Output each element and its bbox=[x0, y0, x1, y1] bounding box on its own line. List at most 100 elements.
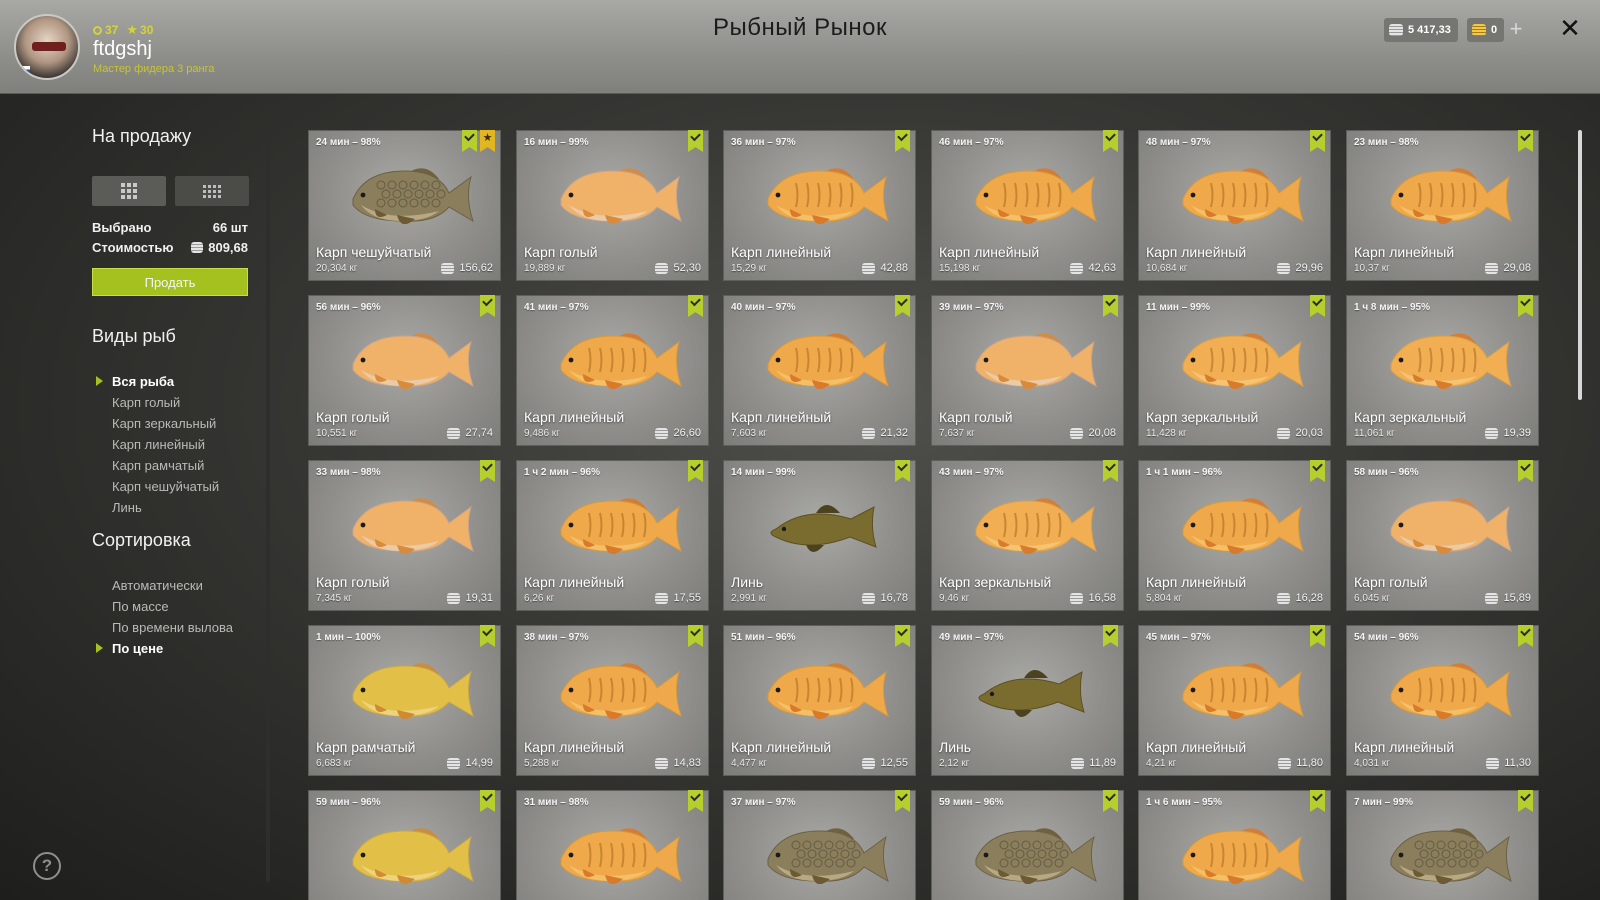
selected-check-icon[interactable] bbox=[1310, 130, 1325, 152]
selected-check-icon[interactable] bbox=[1310, 295, 1325, 317]
fish-card[interactable]: 45 мин – 97% Карп линейный 4,21 кг 11,80 bbox=[1138, 625, 1331, 776]
selected-check-icon[interactable] bbox=[1310, 625, 1325, 647]
selected-check-icon[interactable] bbox=[480, 790, 495, 812]
selected-check-icon[interactable] bbox=[895, 130, 910, 152]
selected-check-icon[interactable] bbox=[1518, 790, 1533, 812]
fish-weight: 6,045 кг bbox=[1354, 593, 1390, 604]
species-option[interactable]: Вся рыба bbox=[92, 374, 174, 389]
gold-balance: 0 bbox=[1467, 18, 1505, 42]
catch-time: 46 мин – 97% bbox=[939, 137, 1004, 148]
selected-check-icon[interactable] bbox=[688, 790, 703, 812]
fish-card[interactable]: 33 мин – 98% Карп голый 7,345 кг 19,31 bbox=[308, 460, 501, 611]
selected-check-icon[interactable] bbox=[1103, 295, 1118, 317]
card-flags bbox=[480, 460, 495, 482]
silver-coins-icon bbox=[1389, 24, 1403, 36]
species-option[interactable]: Линь bbox=[92, 500, 142, 515]
selected-check-icon[interactable] bbox=[1103, 625, 1118, 647]
species-option[interactable]: Карп чешуйчатый bbox=[92, 479, 219, 494]
selected-check-icon[interactable] bbox=[1103, 130, 1118, 152]
selected-check-icon[interactable] bbox=[895, 460, 910, 482]
view-small-grid-button[interactable] bbox=[175, 176, 249, 206]
view-large-grid-button[interactable] bbox=[92, 176, 166, 206]
fish-card[interactable]: 7 мин – 99% bbox=[1346, 790, 1539, 900]
species-option[interactable]: Карп зеркальный bbox=[92, 416, 216, 431]
fish-price: 12,55 bbox=[862, 757, 908, 769]
favorite-star-icon[interactable]: ★ bbox=[480, 130, 495, 152]
selected-check-icon[interactable] bbox=[688, 625, 703, 647]
fish-card[interactable]: 41 мин – 97% Карп линейный 9,486 кг 26,60 bbox=[516, 295, 709, 446]
fish-card[interactable]: 36 мин – 97% Карп линейный 15,29 кг 42,88 bbox=[723, 130, 916, 281]
help-icon[interactable]: ? bbox=[33, 852, 61, 880]
fish-price: 20,03 bbox=[1277, 427, 1323, 439]
species-option[interactable]: Карп линейный bbox=[92, 437, 205, 452]
fish-name: Карп чешуйчатый bbox=[316, 244, 432, 260]
fish-card[interactable]: 59 мин – 96% bbox=[308, 790, 501, 900]
selected-check-icon[interactable] bbox=[688, 295, 703, 317]
fish-card[interactable]: 1 ч 8 мин – 95% Карп зеркальный 11,061 кг… bbox=[1346, 295, 1539, 446]
selected-check-icon[interactable] bbox=[688, 130, 703, 152]
species-option[interactable]: Карп голый bbox=[92, 395, 180, 410]
sort-option[interactable]: Автоматически bbox=[92, 578, 203, 593]
selected-check-icon[interactable] bbox=[895, 790, 910, 812]
species-option[interactable]: Карп рамчатый bbox=[92, 458, 204, 473]
fish-card[interactable]: 23 мин – 98% Карп линейный 10,37 кг 29,08 bbox=[1346, 130, 1539, 281]
selected-check-icon[interactable] bbox=[480, 295, 495, 317]
fish-card[interactable]: 56 мин – 96% Карп голый 10,551 кг 27,74 bbox=[308, 295, 501, 446]
fish-image bbox=[1182, 333, 1304, 390]
selected-check-icon[interactable] bbox=[895, 625, 910, 647]
fish-card[interactable]: 59 мин – 96% bbox=[931, 790, 1124, 900]
selected-check-icon[interactable] bbox=[480, 625, 495, 647]
selected-check-icon[interactable] bbox=[895, 295, 910, 317]
fish-price: 29,96 bbox=[1277, 262, 1323, 274]
fish-card[interactable]: 1 ч 2 мин – 96% Карп линейный 6,26 кг 17,5… bbox=[516, 460, 709, 611]
card-flags bbox=[1310, 130, 1325, 152]
selected-check-icon[interactable] bbox=[1103, 460, 1118, 482]
fish-price: 26,60 bbox=[655, 427, 701, 439]
fish-card[interactable]: 1 ч 1 мин – 96% Карп линейный 5,804 кг 16,… bbox=[1138, 460, 1331, 611]
sort-title: Сортировка bbox=[92, 530, 191, 550]
fish-card[interactable]: 31 мин – 98% bbox=[516, 790, 709, 900]
sort-option[interactable]: По цене bbox=[92, 641, 163, 656]
selected-check-icon[interactable] bbox=[1518, 130, 1533, 152]
close-button[interactable]: ✕ bbox=[1556, 14, 1584, 42]
add-gold-button[interactable]: + bbox=[1504, 18, 1528, 42]
fish-card[interactable]: 39 мин – 97% Карп голый 7,637 кг 20,08 bbox=[931, 295, 1124, 446]
silver-coins-icon bbox=[191, 242, 204, 253]
selected-check-icon[interactable] bbox=[1310, 790, 1325, 812]
fish-card[interactable]: 40 мин – 97% Карп линейный 7,603 кг 21,32 bbox=[723, 295, 916, 446]
selected-check-icon[interactable] bbox=[480, 460, 495, 482]
fish-card[interactable]: 24 мин – 98% ★ Карп чешуйчатый 20,304 кг 15… bbox=[308, 130, 501, 281]
card-flags bbox=[895, 625, 910, 647]
sort-option-label: По цене bbox=[112, 641, 164, 656]
price-value: 11,89 bbox=[1089, 757, 1116, 769]
fish-card[interactable]: 46 мин – 97% Карп линейный 15,198 кг 42,63 bbox=[931, 130, 1124, 281]
sort-option[interactable]: По массе bbox=[92, 599, 169, 614]
fish-card[interactable]: 38 мин – 97% Карп линейный 5,288 кг 14,83 bbox=[516, 625, 709, 776]
fish-card[interactable]: 58 мин – 96% Карп голый 6,045 кг 15,89 bbox=[1346, 460, 1539, 611]
selected-check-icon[interactable] bbox=[1518, 460, 1533, 482]
fish-card[interactable]: 16 мин – 99% Карп голый 19,889 кг 52,30 bbox=[516, 130, 709, 281]
fish-card[interactable]: 11 мин – 99% Карп зеркальный 11,428 кг 20,… bbox=[1138, 295, 1331, 446]
selected-check-icon[interactable] bbox=[688, 460, 703, 482]
sell-button[interactable]: Продать bbox=[92, 268, 248, 296]
fish-image bbox=[1182, 168, 1304, 225]
selected-check-icon[interactable] bbox=[1518, 295, 1533, 317]
grid-scrollbar[interactable] bbox=[1578, 130, 1582, 400]
fish-card[interactable]: 43 мин – 97% Карп зеркальный 9,46 кг 16,58 bbox=[931, 460, 1124, 611]
sort-option[interactable]: По времени вылова bbox=[92, 620, 233, 635]
fish-card[interactable]: 51 мин – 96% Карп линейный 4,477 кг 12,55 bbox=[723, 625, 916, 776]
fish-name: Карп линейный bbox=[524, 739, 625, 755]
fish-card[interactable]: 49 мин – 97% Линь 2,12 кг 11,89 bbox=[931, 625, 1124, 776]
fish-card[interactable]: 1 мин – 100% Карп рамчатый 6,683 кг 14,99 bbox=[308, 625, 501, 776]
selected-check-icon[interactable] bbox=[1518, 625, 1533, 647]
fish-card[interactable]: 48 мин – 97% Карп линейный 10,684 кг 29,96 bbox=[1138, 130, 1331, 281]
fish-card[interactable]: 14 мин – 99% Линь 2,991 кг 16,78 bbox=[723, 460, 916, 611]
selected-check-icon[interactable] bbox=[1310, 460, 1325, 482]
fish-card[interactable]: 1 ч 6 мин – 95% bbox=[1138, 790, 1331, 900]
selected-check-icon[interactable] bbox=[1103, 790, 1118, 812]
price-value: 16,78 bbox=[880, 592, 908, 604]
catch-time: 16 мин – 99% bbox=[524, 137, 589, 148]
fish-card[interactable]: 37 мин – 97% bbox=[723, 790, 916, 900]
silver-coins-icon bbox=[862, 592, 876, 604]
fish-card[interactable]: 54 мин – 96% Карп линейный 4,031 кг 11,30 bbox=[1346, 625, 1539, 776]
